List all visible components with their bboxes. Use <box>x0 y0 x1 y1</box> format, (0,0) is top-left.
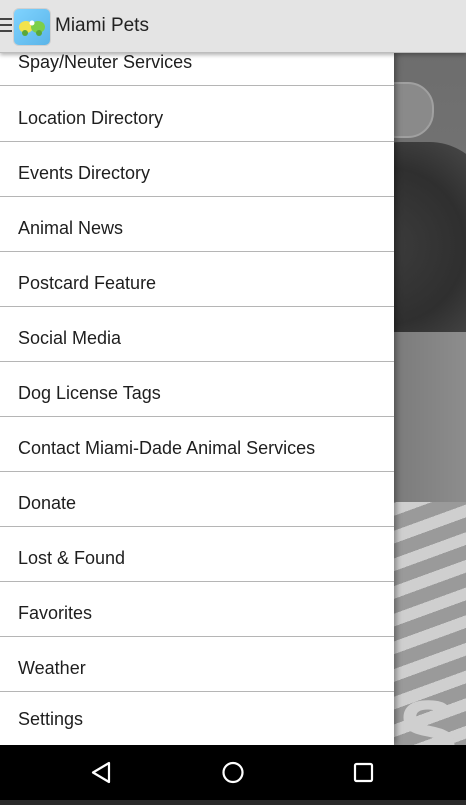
drawer-item-spay-neuter[interactable]: Spay/Neuter Services <box>0 52 394 86</box>
drawer-item-label: Animal News <box>18 218 124 238</box>
drawer-item-dog-license-tags[interactable]: Dog License Tags <box>0 363 394 417</box>
drawer-item-lost-and-found[interactable]: Lost & Found <box>0 528 394 582</box>
paw-heart-icon <box>19 20 45 36</box>
drawer-item-label: Lost & Found <box>18 548 126 568</box>
app-title: Miami Pets <box>55 15 149 36</box>
drawer-item-contact-animal-services[interactable]: Contact Miami-Dade Animal Services <box>0 418 394 472</box>
hamburger-menu-icon[interactable] <box>0 18 12 34</box>
drawer-item-postcard-feature[interactable]: Postcard Feature <box>0 253 394 307</box>
back-button[interactable] <box>62 745 142 800</box>
drawer-item-donate[interactable]: Donate <box>0 473 394 527</box>
system-navigation-bar <box>0 745 466 800</box>
app-logo[interactable] <box>13 8 51 46</box>
drawer-item-label: Spay/Neuter Services <box>18 52 193 72</box>
drawer-item-label: Location Directory <box>18 108 164 128</box>
drawer-item-favorites[interactable]: Favorites <box>0 583 394 637</box>
drawer-item-social-media[interactable]: Social Media <box>0 308 394 362</box>
drawer-item-settings[interactable]: Settings <box>0 693 394 745</box>
home-icon <box>222 761 244 784</box>
app-bar: Miami Pets <box>0 0 466 53</box>
drawer-item-label: Donate <box>18 493 77 513</box>
recents-button[interactable] <box>324 745 404 800</box>
drawer-item-label: Settings <box>18 709 84 729</box>
drawer-item-weather[interactable]: Weather <box>0 638 394 692</box>
drawer-item-label: Social Media <box>18 328 122 348</box>
drawer-item-label: Dog License Tags <box>18 383 161 403</box>
drawer-item-label: Favorites <box>18 603 93 623</box>
drawer-item-events-directory[interactable]: Events Directory <box>0 143 394 197</box>
drawer-item-location-directory[interactable]: Location Directory <box>0 88 394 142</box>
background-large-letter: S <box>398 683 459 745</box>
drawer-item-animal-news[interactable]: Animal News <box>0 198 394 252</box>
drawer-item-label: Contact Miami-Dade Animal Services <box>18 438 316 458</box>
navigation-drawer: Spay/Neuter Services Location Directory … <box>0 52 394 745</box>
recents-icon <box>353 762 374 783</box>
drawer-item-label: Postcard Feature <box>18 273 157 293</box>
drawer-item-label: Weather <box>18 658 86 678</box>
home-button[interactable] <box>193 745 273 800</box>
drawer-item-label: Events Directory <box>18 163 151 183</box>
back-icon <box>91 761 111 784</box>
